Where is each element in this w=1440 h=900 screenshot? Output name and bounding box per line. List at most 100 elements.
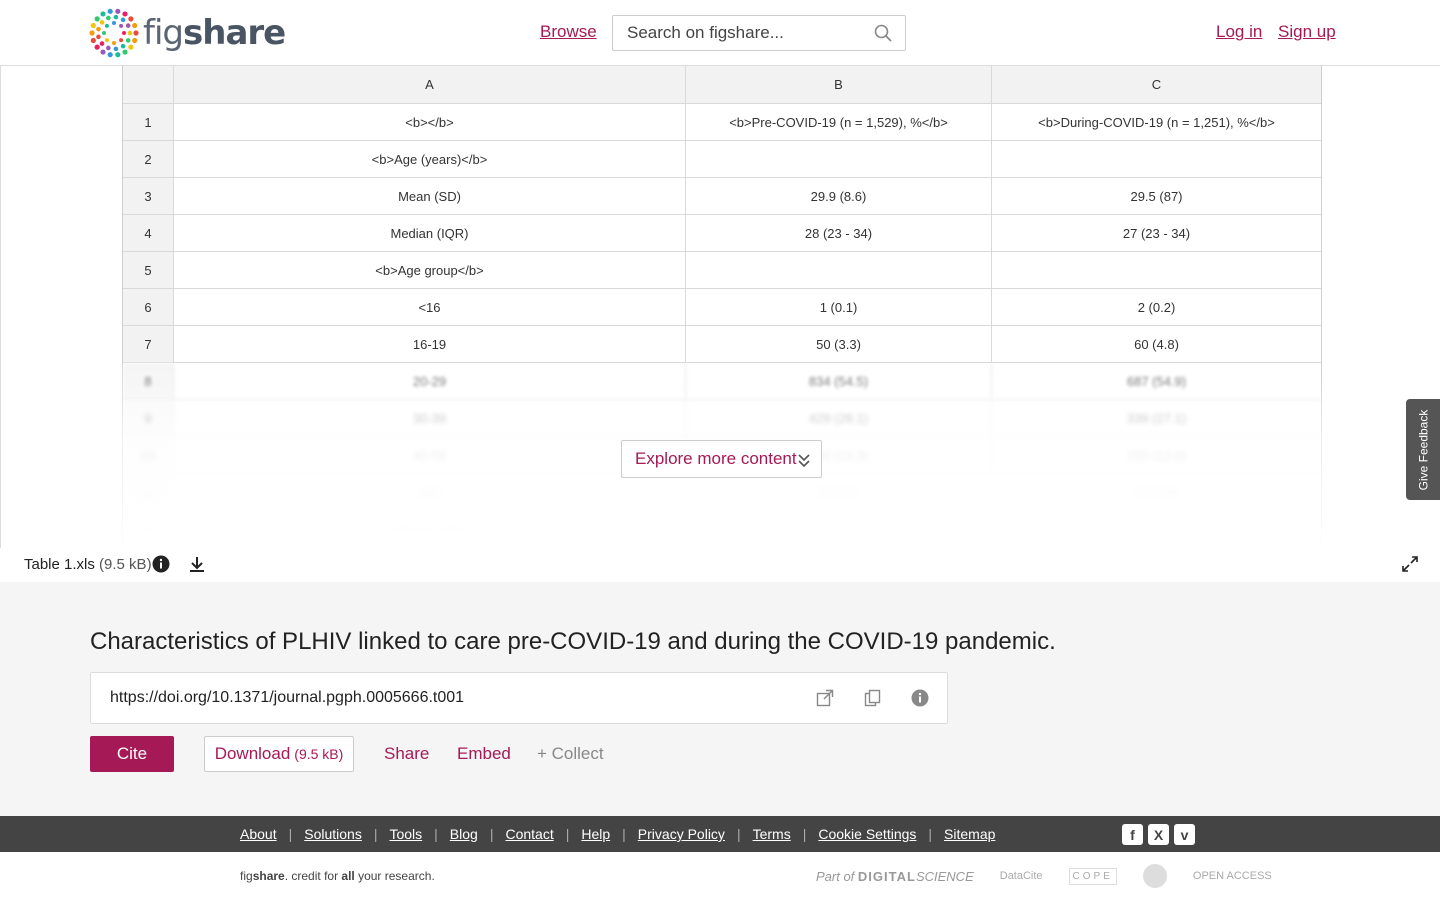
logo-dot [96,34,101,40]
copy-icon[interactable] [864,689,882,707]
logo-dot [99,41,105,46]
collect-button[interactable]: + Collect [537,744,604,764]
search-box[interactable] [612,15,906,51]
download-size: (9.5 kB) [294,746,344,762]
logo-dot [125,23,131,28]
row-index: 10 [123,437,174,473]
footer-link[interactable]: Solutions [304,826,362,842]
datacite-logo[interactable]: DataCite [1000,870,1043,882]
cope-logo[interactable]: COPE [1068,867,1117,885]
logo-dot [100,49,106,55]
logo-dot [128,16,134,22]
footer-separator: | [489,826,494,842]
table-row: 1 <b></b> <b>Pre-COVID-19 (n = 1,529), %</… [123,104,1321,141]
footer-link[interactable]: Terms [753,826,791,842]
give-feedback-label: Give Feedback [1416,409,1430,490]
table-cell: 60 (4.8) [1134,336,1179,352]
footer-link[interactable]: About [240,826,277,842]
column-header-row: A B C [123,66,1321,104]
logo-dot [113,14,119,20]
footer-link[interactable]: Cookie Settings [818,826,916,842]
row-index: 3 [123,178,174,214]
footer-link[interactable]: Sitemap [944,826,995,842]
table-cell: 27 (23 - 34) [1122,225,1191,241]
figshare-logo-mark-icon [89,8,139,58]
signup-link[interactable]: Sign up [1278,22,1336,42]
table-row: 4 Median (IQR) 28 (23 - 34) 27 (23 - 34) [123,215,1321,252]
table-cell: 687 (54.9) [1126,373,1187,389]
table-cell: 29.9 (8.6) [686,178,992,214]
figshare-logo[interactable]: figshare [89,8,286,58]
file-preview: A B C 1 <b></b> <b>Pre-COVID-19 (n = 1,529… [0,66,1440,548]
table-cell: Median (IQR) [174,215,686,251]
tagline-mid: . credit for [284,869,342,883]
explore-more-label: Explore more content [635,449,797,468]
logo-dot [115,8,121,14]
footer-link[interactable]: Contact [505,826,553,842]
table-row: 11 ≥60 8 (0.5) 10 (0.8) [123,474,1321,511]
share-button[interactable]: Share [384,744,429,764]
logo-dot [128,44,134,50]
give-feedback-tab[interactable]: Give Feedback [1406,399,1440,500]
table-row: 5 <b>Age group</b> [123,252,1321,289]
column-header: B [686,66,992,103]
column-header: C [1151,77,1162,92]
digital-science-logo[interactable]: Part of DIGITALSCIENCE [816,869,974,884]
logo-dot [102,31,106,35]
table-cell: 28 (23 - 34) [686,215,992,251]
expand-icon[interactable] [1402,556,1418,572]
explore-more-button[interactable]: Explore more content [621,440,822,478]
table-cell: 29.5 (87) [1130,188,1183,204]
download-button[interactable]: Download (9.5 kB) [204,736,354,772]
browse-link[interactable]: Browse [540,22,597,42]
table-cell: 2 (0.2) [1137,299,1176,315]
external-link-icon[interactable] [816,689,834,707]
logo-wordmark: figshare [143,13,286,53]
file-size: (9.5 kB) [99,556,152,573]
logo-dot [132,37,138,44]
facebook-icon[interactable]: f [1122,824,1143,845]
table-cell: <16 [174,289,686,325]
table-row: 2 <b>Age (years)</b> [123,141,1321,178]
table-cell: <b>Age group</b> [174,252,686,288]
search-icon[interactable] [873,23,893,43]
logo-dot [119,23,124,28]
table-row: 7 16-19 50 (3.3) 60 (4.8) [123,326,1321,363]
footer-separator: | [928,826,933,842]
logo-dot [90,37,96,44]
footer-link[interactable]: Help [581,826,610,842]
footer-link[interactable]: Tools [389,826,422,842]
footer-link[interactable]: Privacy Policy [638,826,725,842]
info-icon[interactable] [152,555,170,573]
logo-dot [107,8,113,14]
row-index: 4 [123,215,174,251]
table-cell: Missing data [174,511,686,547]
file-name: Table 1.xls (9.5 kB) [24,556,152,573]
footer-link[interactable]: Blog [450,826,478,842]
download-icon[interactable] [188,555,206,573]
table-cell: 3 (0.2) [1137,521,1176,537]
open-access-logo[interactable]: OPEN ACCESS [1193,870,1272,882]
logo-dot [99,20,105,25]
table-cell: 339 (27.1) [1126,410,1187,426]
table-cell: 150 (12.0) [1126,447,1187,463]
seal-logo-icon[interactable] [1142,864,1167,888]
doi-link[interactable]: https://doi.org/10.1371/journal.pgph.000… [110,689,464,707]
login-link[interactable]: Log in [1216,22,1262,42]
logo-dot [106,45,111,51]
partner-logos: Part of DIGITALSCIENCE DataCite COPE OPE… [816,864,1272,888]
table-row: 8 20-29 834 (54.5) 687 (54.9) [123,363,1321,400]
table-cell: <b></b> [174,104,686,140]
info-icon[interactable] [911,689,929,707]
logo-dot [120,17,126,23]
logo-dot [94,44,100,50]
search-input[interactable] [613,23,873,43]
chevrons-down-icon [798,454,810,468]
table-row: 9 30-39 429 (28.1) 339 (27.1) [123,400,1321,437]
x-icon[interactable]: X [1148,824,1169,845]
cite-button[interactable]: Cite [90,736,174,772]
embed-button[interactable]: Embed [457,744,511,764]
doi-box: https://doi.org/10.1371/journal.pgph.000… [90,672,948,724]
vimeo-icon[interactable]: v [1174,824,1195,845]
table-cell: 429 (28.1) [686,400,992,436]
